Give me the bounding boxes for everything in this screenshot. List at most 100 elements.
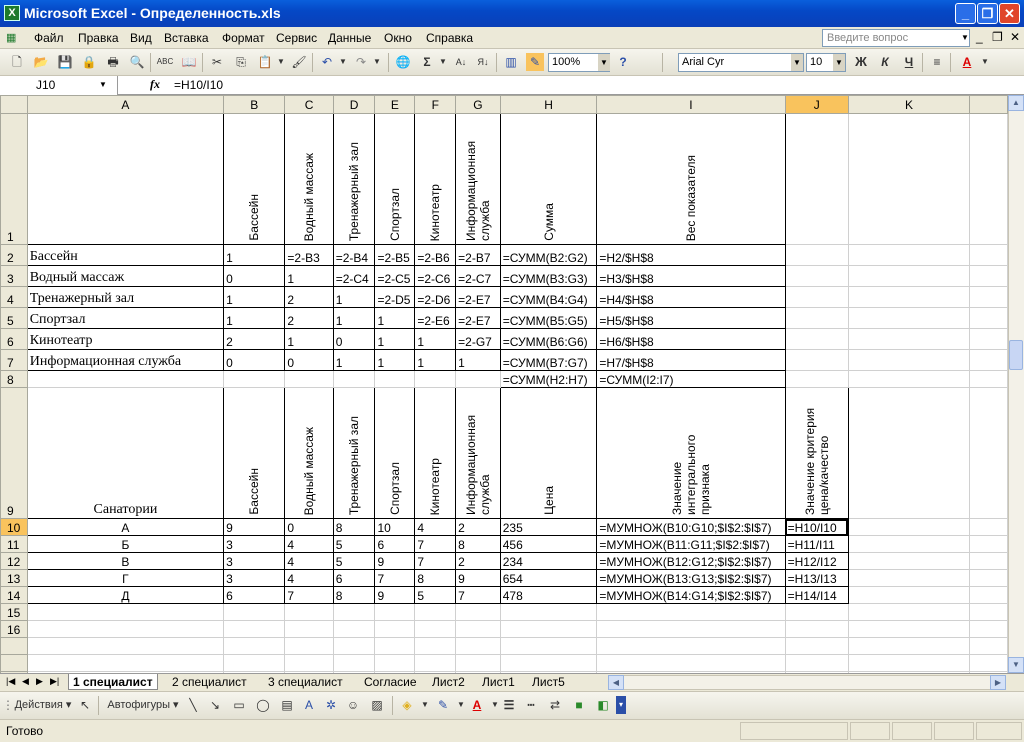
scroll-up-icon[interactable]: ▲ xyxy=(1008,95,1024,111)
empty-cell[interactable] xyxy=(374,603,416,621)
cell-a10[interactable]: А xyxy=(26,518,225,536)
cell-l9[interactable] xyxy=(969,387,1008,519)
empty-cell[interactable] xyxy=(414,637,457,655)
cell-e13[interactable]: 7 xyxy=(374,569,416,587)
cell-a9[interactable]: Санатории xyxy=(26,387,225,519)
cell-b7[interactable]: 0 xyxy=(223,349,286,371)
cell-a4[interactable]: Тренажерный зал xyxy=(26,286,225,308)
empty-cell[interactable] xyxy=(374,620,416,638)
row-header[interactable]: 12 xyxy=(0,552,28,570)
close-button[interactable]: ✕ xyxy=(999,3,1020,24)
cell-k9[interactable] xyxy=(847,387,971,519)
cell-f5[interactable]: =2-E6 xyxy=(414,307,457,329)
drawing-icon[interactable]: ✎ xyxy=(526,53,544,71)
cell-i10[interactable]: =МУМНОЖ(B10:G10;$I$2:$I$7) xyxy=(596,518,786,536)
cell-h9[interactable]: Цена xyxy=(499,387,598,519)
chevron-down-icon[interactable]: ▼ xyxy=(368,53,386,71)
cell-g5[interactable]: =2-E7 xyxy=(455,307,501,329)
cell-a1[interactable] xyxy=(26,113,225,245)
font-color-icon[interactable]: A xyxy=(958,53,976,71)
cell-a14[interactable]: Д xyxy=(26,586,225,604)
cell-g11[interactable]: 8 xyxy=(455,535,501,553)
cell-g12[interactable]: 2 xyxy=(455,552,501,570)
cell-b13[interactable]: 3 xyxy=(223,569,286,587)
doc-restore-button[interactable]: ❐ xyxy=(992,30,1003,44)
menu-insert[interactable]: Вставка xyxy=(164,31,209,45)
row-header[interactable]: 11 xyxy=(0,535,28,553)
column-header[interactable]: J xyxy=(784,95,849,114)
hyperlink-icon[interactable]: 🌐 xyxy=(394,53,412,71)
cell-a5[interactable]: Спортзал xyxy=(26,307,225,329)
row-header[interactable]: 1 xyxy=(0,113,28,245)
cell-i12[interactable]: =МУМНОЖ(B12:G12;$I$2:$I$7) xyxy=(596,552,786,570)
cell-d4[interactable]: 1 xyxy=(332,286,376,308)
empty-cell[interactable] xyxy=(596,620,786,638)
select-objects-icon[interactable]: ↖ xyxy=(76,696,94,714)
cell-h8[interactable]: =СУММ(H2:H7) xyxy=(499,370,598,388)
cell-f6[interactable]: 1 xyxy=(414,328,457,350)
chart-wizard-icon[interactable]: ▥ xyxy=(502,53,520,71)
cell-d14[interactable]: 8 xyxy=(332,586,376,604)
menu-help[interactable]: Справка xyxy=(426,31,473,45)
cell-e8[interactable] xyxy=(374,370,416,388)
column-header[interactable]: C xyxy=(284,95,334,114)
open-icon[interactable]: 📂 xyxy=(32,53,50,71)
cell-h5[interactable]: =СУММ(B5:G5) xyxy=(499,307,598,329)
cell-d13[interactable]: 6 xyxy=(332,569,376,587)
cell-b12[interactable]: 3 xyxy=(223,552,286,570)
maximize-button[interactable]: ❐ xyxy=(977,3,998,24)
row-header[interactable]: 7 xyxy=(0,349,28,371)
chevron-down-icon[interactable]: ▼ xyxy=(833,54,845,71)
empty-cell[interactable] xyxy=(499,654,598,672)
cell-c9[interactable]: Водный массаж xyxy=(284,387,334,519)
cell-d1[interactable]: Тренажерный зал xyxy=(332,113,376,245)
empty-cell[interactable] xyxy=(223,603,286,621)
cell-e2[interactable]: =2-B5 xyxy=(374,244,416,266)
empty-cell[interactable] xyxy=(499,637,598,655)
cell-h1[interactable]: Сумма xyxy=(499,113,598,245)
empty-cell[interactable] xyxy=(26,654,225,672)
cell-k13[interactable] xyxy=(847,569,971,587)
cell-f10[interactable]: 4 xyxy=(414,518,457,536)
row-header[interactable]: 8 xyxy=(0,370,28,388)
empty-cell[interactable] xyxy=(374,637,416,655)
first-sheet-icon[interactable]: |◀ xyxy=(6,676,15,687)
cell-a11[interactable]: Б xyxy=(26,535,225,553)
prev-sheet-icon[interactable]: ◀ xyxy=(22,676,29,687)
empty-cell[interactable] xyxy=(223,637,286,655)
empty-cell[interactable] xyxy=(969,637,1008,655)
fill-color-icon[interactable]: ◈ xyxy=(398,696,416,714)
cell-g1[interactable]: Информационная служба xyxy=(455,113,501,245)
cell-a8[interactable] xyxy=(26,370,225,388)
worksheet[interactable]: A B C D E F G H I J K 1 Бассейн Водный мас… xyxy=(0,95,1008,673)
empty-cell[interactable] xyxy=(455,654,501,672)
cell-a13[interactable]: Г xyxy=(26,569,225,587)
last-sheet-icon[interactable]: ▶| xyxy=(50,676,59,687)
column-header[interactable]: G xyxy=(455,95,501,114)
cell-j3[interactable] xyxy=(784,265,849,287)
cell-c6[interactable]: 1 xyxy=(284,328,334,350)
cell-k4[interactable] xyxy=(847,286,971,308)
row-header[interactable]: 14 xyxy=(0,586,28,604)
cell-g3[interactable]: =2-C7 xyxy=(455,265,501,287)
line-style-icon[interactable]: ☰ xyxy=(500,696,518,714)
chevron-down-icon[interactable]: ▼ xyxy=(791,54,803,71)
excel-app-icon[interactable]: X xyxy=(4,5,20,21)
cut-icon[interactable]: ✂ xyxy=(208,53,226,71)
empty-cell[interactable] xyxy=(847,603,971,621)
empty-cell[interactable] xyxy=(596,603,786,621)
cell-d7[interactable]: 1 xyxy=(332,349,376,371)
cell-e11[interactable]: 6 xyxy=(374,535,416,553)
scroll-left-icon[interactable]: ◀ xyxy=(608,675,624,690)
empty-cell[interactable] xyxy=(847,620,971,638)
cell-l12[interactable] xyxy=(969,552,1008,570)
cell-c3[interactable]: 1 xyxy=(284,265,334,287)
cell-j13[interactable]: =H13/I13 xyxy=(784,569,849,587)
empty-cell[interactable] xyxy=(455,620,501,638)
menu-data[interactable]: Данные xyxy=(328,31,371,45)
menu-edit[interactable]: Правка xyxy=(78,31,119,45)
minimize-button[interactable]: _ xyxy=(955,3,976,24)
cell-b3[interactable]: 0 xyxy=(223,265,286,287)
empty-cell[interactable] xyxy=(969,654,1008,672)
underline-button[interactable]: Ч xyxy=(900,53,918,71)
